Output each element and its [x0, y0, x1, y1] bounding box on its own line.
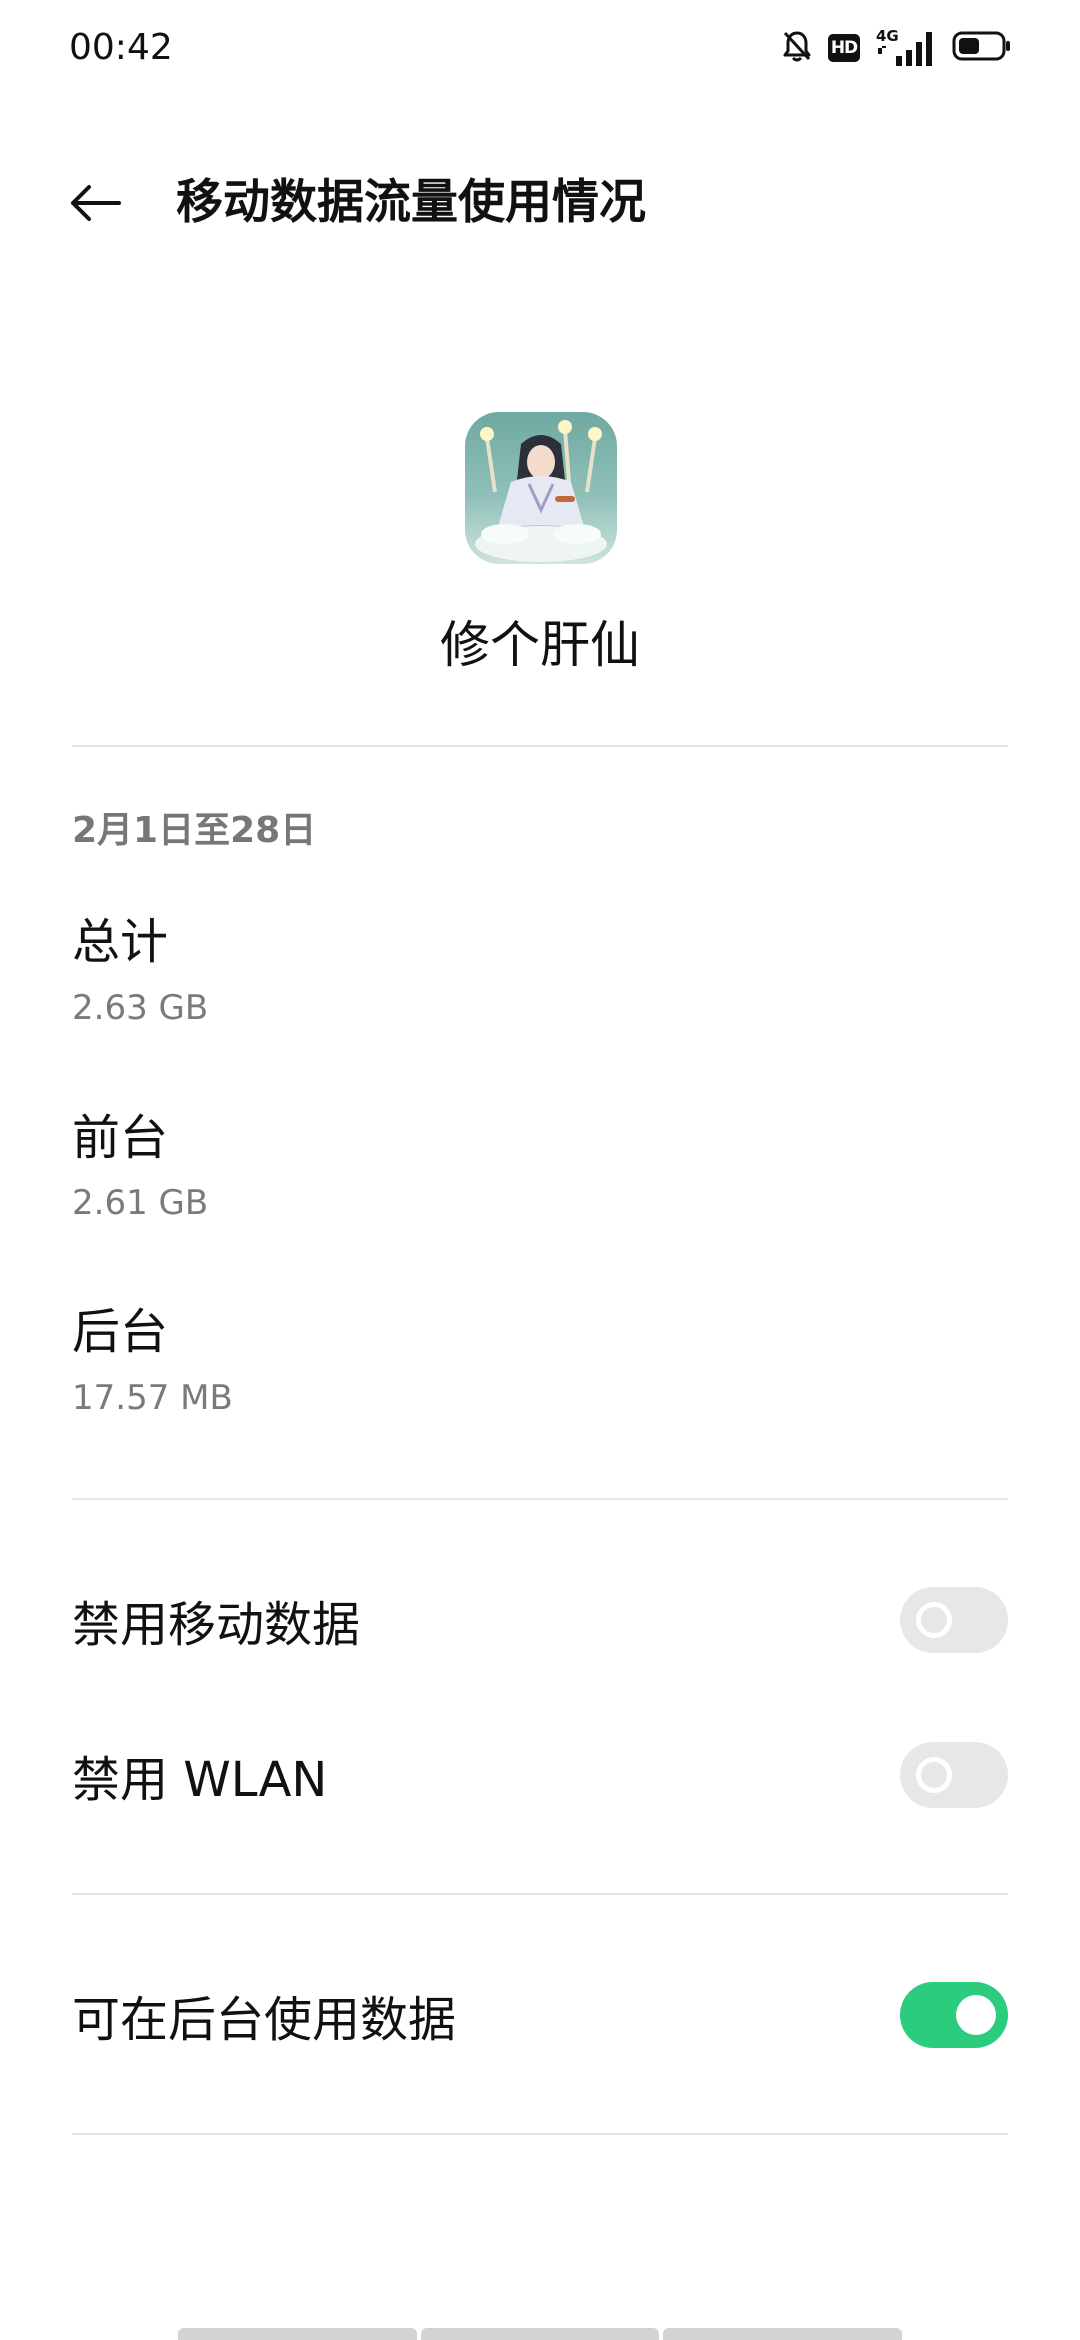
usage-period-header: 2月1日至28日: [72, 810, 317, 851]
toggle-knob: [916, 1757, 952, 1793]
background-data-toggle[interactable]: [900, 1982, 1008, 2048]
home-indicator[interactable]: [178, 2328, 903, 2340]
hd-icon: HD: [828, 34, 860, 62]
silent-bell-icon: [782, 29, 812, 67]
home-indicator-segment: [663, 2328, 903, 2340]
background-usage-value: 17.57 MB: [72, 1378, 233, 1418]
home-indicator-segment: [178, 2328, 417, 2340]
foreground-usage-label: 前台: [72, 1110, 169, 1166]
disable-mobile-data-toggle[interactable]: [900, 1587, 1008, 1653]
divider: [72, 2133, 1008, 2135]
background-data-label: 可在后台使用数据: [72, 1992, 457, 2048]
battery-icon: [952, 30, 1012, 66]
disable-mobile-data-label: 禁用移动数据: [72, 1597, 361, 1653]
signal-4g-icon: 4G: [876, 28, 936, 68]
status-time: 00:42: [69, 27, 173, 68]
home-indicator-segment: [420, 2328, 660, 2340]
app-name: 修个肝仙: [440, 616, 640, 674]
arrow-left-icon: [71, 185, 121, 221]
disable-mobile-data-row[interactable]: 禁用移动数据: [0, 1542, 1080, 1698]
toggle-knob: [956, 1995, 996, 2035]
background-data-row[interactable]: 可在后台使用数据: [0, 1937, 1080, 2093]
disable-wlan-row[interactable]: 禁用 WLAN: [0, 1697, 1080, 1853]
background-usage-label: 后台: [72, 1304, 169, 1360]
disable-wlan-label: 禁用 WLAN: [72, 1752, 328, 1808]
status-icons: HD 4G: [782, 28, 1012, 68]
toggle-knob: [916, 1602, 952, 1638]
divider: [72, 1893, 1008, 1895]
back-button[interactable]: [60, 168, 130, 238]
divider: [72, 745, 1008, 747]
disable-wlan-toggle[interactable]: [900, 1742, 1008, 1808]
total-usage-label: 总计: [72, 914, 169, 970]
divider: [72, 1498, 1008, 1500]
total-usage-value: 2.63 GB: [72, 988, 209, 1028]
foreground-usage-value: 2.61 GB: [72, 1183, 209, 1223]
page-title: 移动数据流量使用情况: [176, 175, 646, 230]
app-icon: [465, 412, 617, 564]
